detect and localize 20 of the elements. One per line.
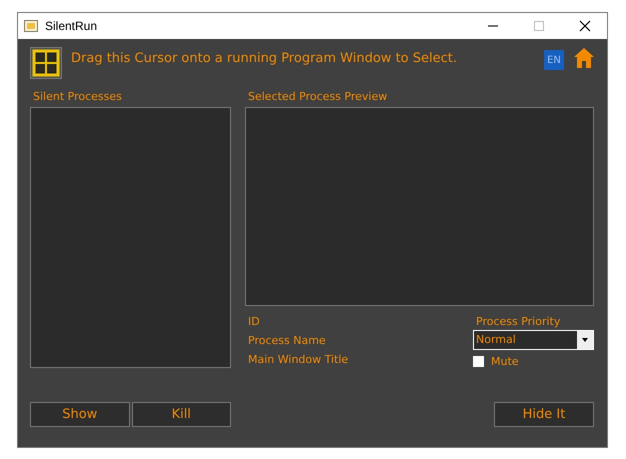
home-icon[interactable]: [573, 47, 595, 69]
priority-label: Process Priority: [475, 315, 562, 328]
app-icon: [24, 19, 38, 33]
crosshair-icon[interactable]: [30, 47, 62, 79]
language-badge[interactable]: EN: [544, 50, 564, 70]
priority-dropdown[interactable]: Normal: [473, 330, 594, 350]
hide-button[interactable]: Hide It: [494, 402, 594, 427]
detail-label: Main Window Title: [247, 353, 348, 366]
close-icon[interactable]: [579, 20, 591, 32]
processes-label: Silent Processes: [32, 90, 123, 103]
action-button[interactable]: Kill: [132, 402, 231, 427]
caret-icon: [582, 338, 588, 342]
mute-checkbox[interactable]: [473, 356, 484, 367]
window-title: SilentRun: [45, 19, 98, 33]
preview-label: Selected Process Preview: [247, 90, 388, 103]
instruction-text: Drag this Cursor onto a running Program Window to Select.: [71, 50, 458, 66]
detail-label: ID: [247, 315, 261, 328]
detail-label: Process Name: [247, 334, 327, 347]
action-button[interactable]: Show: [30, 402, 130, 427]
mute-label: Mute: [490, 355, 519, 368]
